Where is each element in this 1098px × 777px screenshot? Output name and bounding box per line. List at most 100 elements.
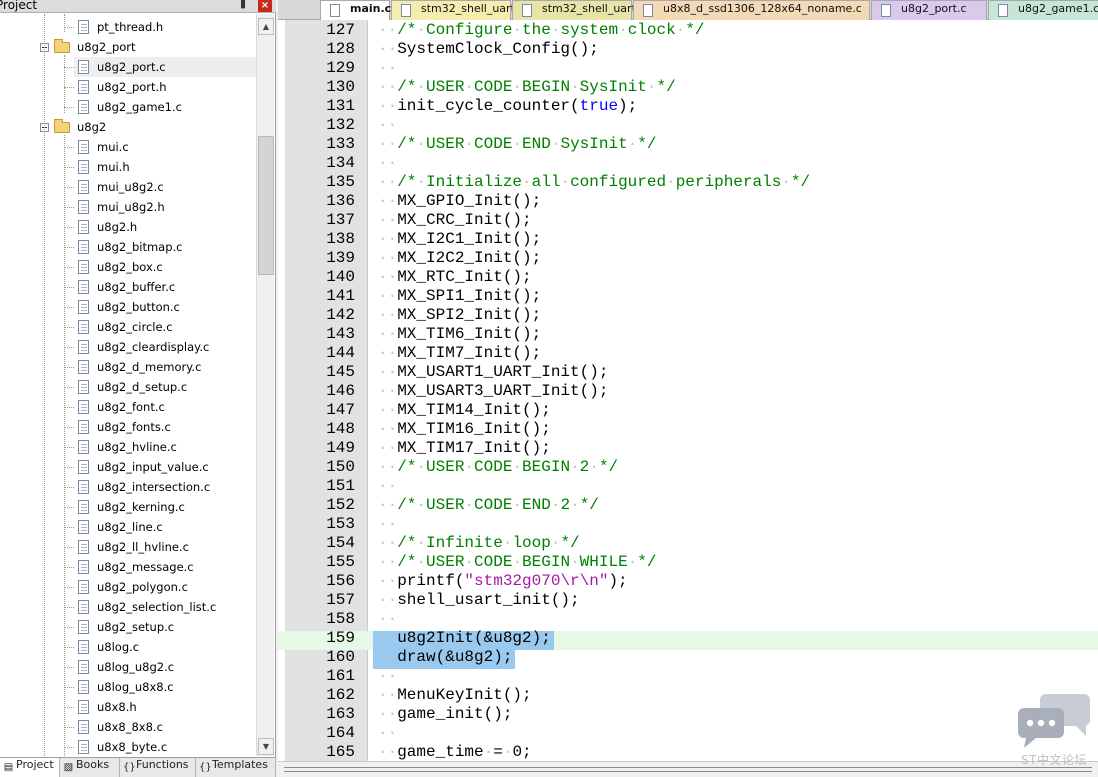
scroll-up-icon[interactable]: ▲: [258, 18, 274, 35]
tree-file[interactable]: u8g2_intersection.c: [74, 477, 256, 497]
tree-file[interactable]: u8g2_line.c: [74, 517, 256, 537]
code-text[interactable]: ··u8g2Init(&u8g2);: [378, 629, 551, 647]
code-text[interactable]: ··MX_CRC_Init();: [378, 211, 532, 229]
scroll-down-icon[interactable]: ▼: [258, 738, 274, 755]
tree-file[interactable]: u8g2_polygon.c: [74, 577, 256, 597]
tree-file[interactable]: u8x8_byte.c: [74, 737, 256, 756]
editor-tab[interactable]: u8g2_game1.c: [988, 0, 1098, 20]
code-text[interactable]: ··MX_GPIO_Init();: [378, 192, 541, 210]
tree-file[interactable]: u8g2_setup.c: [74, 617, 256, 637]
scroll-track[interactable]: [284, 767, 1092, 772]
code-line[interactable]: 157 ··shell_usart_init();: [278, 591, 1098, 612]
code-text[interactable]: ··MX_TIM7_Init();: [378, 344, 541, 362]
code-text[interactable]: ··MX_SPI2_Init();: [378, 306, 541, 324]
code-text[interactable]: ··/*·USER·CODE·END·SysInit·*/: [378, 135, 657, 153]
code-text[interactable]: ··MX_SPI1_Init();: [378, 287, 541, 305]
tree-file[interactable]: mui_u8g2.c: [74, 177, 256, 197]
code-text[interactable]: ··/*·USER·CODE·END·2·*/: [378, 496, 599, 514]
code-lines[interactable]: 127 ··/*·Configure·the·system·clock·*/128…: [278, 20, 1098, 761]
code-text[interactable]: ··/*·USER·CODE·BEGIN·WHILE·*/: [378, 553, 657, 571]
tree-file[interactable]: u8g2_bitmap.c: [74, 237, 256, 257]
tree-file[interactable]: u8g2_hvline.c: [74, 437, 256, 457]
code-text[interactable]: ··/*·Infinite·loop·*/: [378, 534, 580, 552]
tree-file[interactable]: u8g2_cleardisplay.c: [74, 337, 256, 357]
code-text[interactable]: ··: [378, 116, 397, 134]
code-line[interactable]: 152 ··/*·USER·CODE·END·2·*/: [278, 496, 1098, 517]
scroll-thumb[interactable]: [258, 136, 274, 275]
tree-folder[interactable]: u8g2_port: [40, 37, 256, 57]
code-text[interactable]: ··MX_I2C1_Init();: [378, 230, 541, 248]
code-text[interactable]: ··/*·USER·CODE·BEGIN·2·*/: [378, 458, 618, 476]
tree-file[interactable]: u8g2_fonts.c: [74, 417, 256, 437]
tree-file[interactable]: u8g2_message.c: [74, 557, 256, 577]
code-text[interactable]: ··MX_I2C2_Init();: [378, 249, 541, 267]
code-text[interactable]: ··/*·Configure·the·system·clock·*/: [378, 21, 705, 39]
code-line[interactable]: 165 ··game_time·=·0;: [278, 743, 1098, 761]
tree-file[interactable]: u8g2_font.c: [74, 397, 256, 417]
editor-tab[interactable]: stm32_shell_uart.h: [512, 0, 646, 20]
code-text[interactable]: ··MX_TIM17_Init();: [378, 439, 551, 457]
code-text[interactable]: ··: [378, 610, 397, 628]
code-text[interactable]: ··draw(&u8g2);: [378, 648, 512, 666]
tree-file[interactable]: u8g2.h: [74, 217, 256, 237]
code-text[interactable]: ··/*·Initialize·all·configured·periphera…: [378, 173, 810, 191]
code-text[interactable]: ··game_init();: [378, 705, 512, 723]
tree-file[interactable]: u8log.c: [74, 637, 256, 657]
tree-file[interactable]: u8g2_buffer.c: [74, 277, 256, 297]
tree-file[interactable]: u8x8.h: [74, 697, 256, 717]
tree-file[interactable]: u8g2_d_setup.c: [74, 377, 256, 397]
code-editor[interactable]: 127 ··/*·Configure·the·system·clock·*/128…: [278, 20, 1098, 761]
tree-file[interactable]: mui.c: [74, 137, 256, 157]
code-line[interactable]: 163 ··game_init();: [278, 705, 1098, 726]
editor-tab[interactable]: stm32_shell_uart.c: [391, 0, 524, 20]
code-text[interactable]: ··/*·USER·CODE·BEGIN·SysInit·*/: [378, 78, 676, 96]
code-text[interactable]: ··MX_RTC_Init();: [378, 268, 532, 286]
tree-file[interactable]: mui.h: [74, 157, 256, 177]
code-line[interactable]: 128 ··SystemClock_Config();: [278, 40, 1098, 61]
code-line[interactable]: 133 ··/*·USER·CODE·END·SysInit·*/: [278, 135, 1098, 156]
tree-file[interactable]: u8g2_port.h: [74, 77, 256, 97]
code-line[interactable]: 131 ··init_cycle_counter(true);: [278, 97, 1098, 118]
tree-scrollbar[interactable]: ▲ ▼: [256, 14, 274, 756]
tree-file[interactable]: pt_thread.h: [74, 17, 256, 37]
code-text[interactable]: ··: [378, 59, 397, 77]
tree-file[interactable]: mui_u8g2.h: [74, 197, 256, 217]
tree-file[interactable]: u8g2_selection_list.c: [74, 597, 256, 617]
code-text[interactable]: ··: [378, 154, 397, 172]
horizontal-scrollbar[interactable]: [278, 761, 1098, 777]
editor-tab[interactable]: u8g2_port.c: [871, 0, 987, 20]
code-line[interactable]: 150 ··/*·USER·CODE·BEGIN·2·*/: [278, 458, 1098, 479]
code-text[interactable]: ··init_cycle_counter(true);: [378, 97, 637, 115]
tree-folder[interactable]: u8g2: [40, 117, 256, 137]
pin-icon[interactable]: ▮: [240, 0, 246, 10]
code-text[interactable]: ··: [378, 724, 397, 742]
editor-tab[interactable]: main.c: [320, 0, 391, 21]
panel-tab-books[interactable]: ▧ Books: [60, 758, 120, 777]
code-text[interactable]: ··MX_TIM14_Init();: [378, 401, 551, 419]
code-text[interactable]: ··MX_TIM16_Init();: [378, 420, 551, 438]
tree-file[interactable]: u8g2_ll_hvline.c: [74, 537, 256, 557]
code-text[interactable]: ··: [378, 515, 397, 533]
tree-file[interactable]: u8g2_port.c: [74, 57, 256, 77]
panel-tab-project[interactable]: ▤ Project: [0, 758, 60, 777]
tree-file[interactable]: u8log_u8g2.c: [74, 657, 256, 677]
code-text[interactable]: ··MX_USART1_UART_Init();: [378, 363, 608, 381]
code-text[interactable]: ··game_time·=·0;: [378, 743, 532, 761]
code-text[interactable]: ··MenuKeyInit();: [378, 686, 532, 704]
tree-file[interactable]: u8g2_kerning.c: [74, 497, 256, 517]
tree-file[interactable]: u8g2_box.c: [74, 257, 256, 277]
tree-file[interactable]: u8g2_input_value.c: [74, 457, 256, 477]
tree-file[interactable]: u8g2_circle.c: [74, 317, 256, 337]
code-text[interactable]: ··MX_TIM6_Init();: [378, 325, 541, 343]
tree-file[interactable]: u8g2_button.c: [74, 297, 256, 317]
tree-file[interactable]: u8g2_d_memory.c: [74, 357, 256, 377]
tree-file[interactable]: u8g2_game1.c: [74, 97, 256, 117]
code-text[interactable]: ··shell_usart_init();: [378, 591, 580, 609]
panel-tab-functions[interactable]: {} Functions: [120, 758, 196, 777]
close-icon[interactable]: ×: [258, 0, 272, 12]
code-text[interactable]: ··printf("stm32g070\r\n");: [378, 572, 628, 590]
editor-tab[interactable]: u8x8_d_ssd1306_128x64_noname.c: [633, 0, 870, 20]
code-line[interactable]: 160 ··draw(&u8g2);: [278, 648, 1098, 669]
code-text[interactable]: ··MX_USART3_UART_Init();: [378, 382, 608, 400]
code-text[interactable]: ··SystemClock_Config();: [378, 40, 599, 58]
